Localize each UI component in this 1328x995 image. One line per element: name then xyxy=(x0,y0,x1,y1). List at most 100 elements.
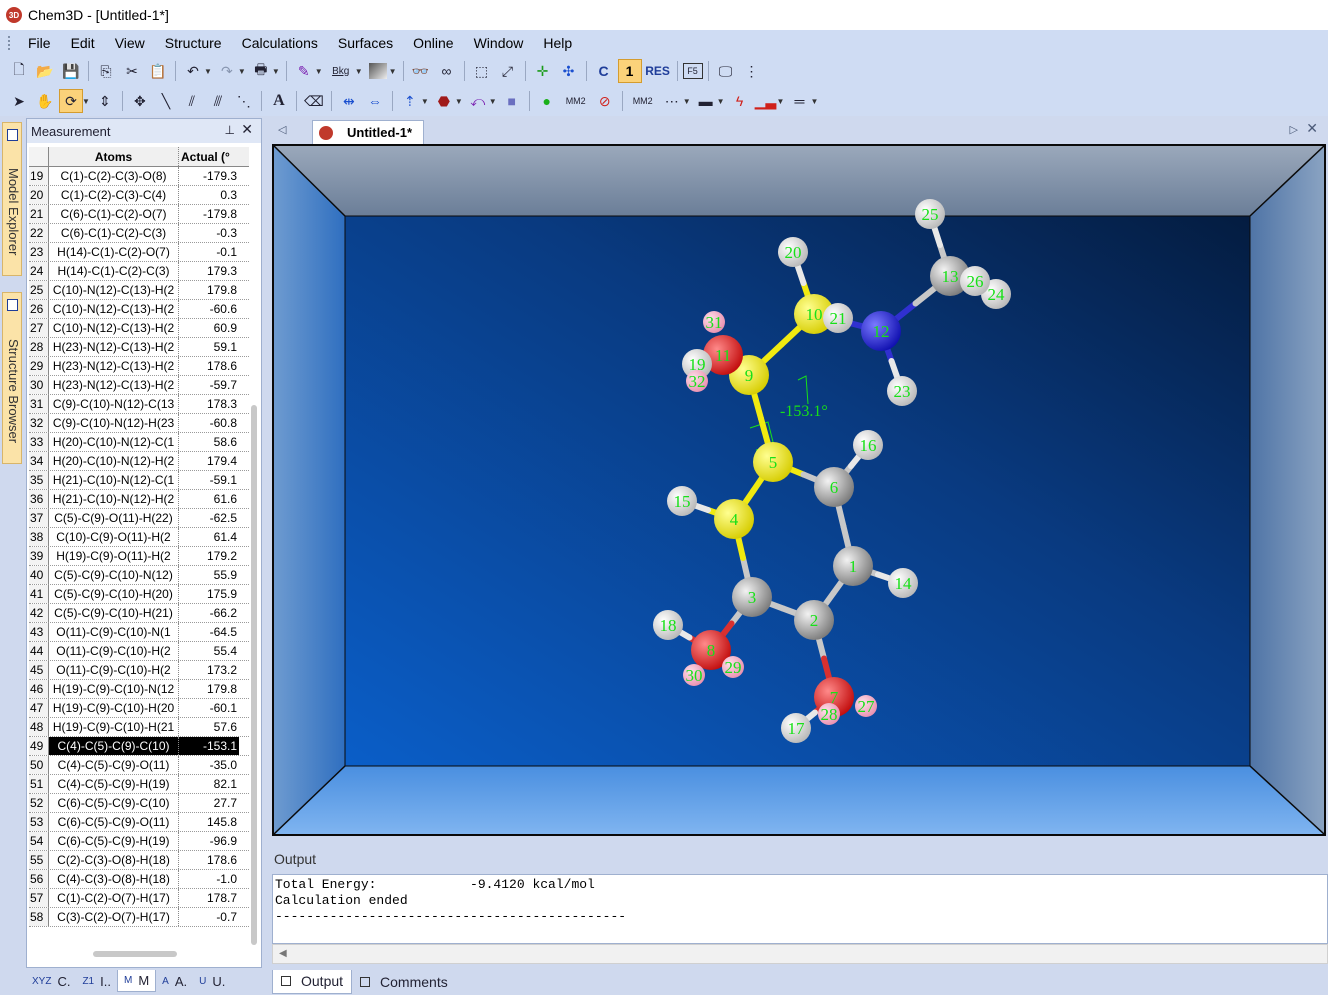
table-row[interactable]: 22 C(6)-C(1)-C(2)-C(3) -0.3 xyxy=(29,224,249,243)
row-actual-value[interactable]: 0.3 xyxy=(179,186,239,204)
new-file-icon[interactable]: 🗋 xyxy=(7,59,31,83)
menu-surfaces[interactable]: Surfaces xyxy=(328,35,403,51)
row-actual-value[interactable]: 175.9 xyxy=(179,585,239,603)
row-atoms[interactable]: C(6)-C(5)-C(9)-O(11) xyxy=(49,813,179,831)
row-atoms[interactable]: O(11)-C(9)-C(10)-H(2 xyxy=(49,642,179,660)
atom-carbon[interactable]: 6 xyxy=(814,467,854,507)
row-atoms[interactable]: C(9)-C(10)-N(12)-H(23 xyxy=(49,414,179,432)
table-row[interactable]: 39 H(19)-C(9)-O(11)-H(2 179.2 xyxy=(29,547,249,566)
tab-comments[interactable]: Comments xyxy=(352,970,456,994)
table-row[interactable]: 35 H(21)-C(10)-N(12)-C(1 -59.1 xyxy=(29,471,249,490)
row-actual-value[interactable]: -64.5 xyxy=(179,623,239,641)
move-vector-icon[interactable]: ✣ xyxy=(557,59,581,83)
tab-scroll-right-icon[interactable]: ▷ xyxy=(1290,123,1298,136)
row-actual-value[interactable]: 59.1 xyxy=(179,338,239,356)
table-row[interactable]: 44 O(11)-C(9)-C(10)-H(2 55.4 xyxy=(29,642,249,661)
properties-dropdown-icon[interactable]: ▼ xyxy=(717,97,725,106)
table-row[interactable]: 42 C(5)-C(9)-C(10)-H(21) -66.2 xyxy=(29,604,249,623)
green-dot-icon[interactable]: ● xyxy=(535,89,559,113)
row-actual-value[interactable]: 179.8 xyxy=(179,680,239,698)
table-row[interactable]: 47 H(19)-C(9)-C(10)-H(20 -60.1 xyxy=(29,699,249,718)
layers-icon[interactable]: ⋮ xyxy=(740,59,764,83)
row-atoms[interactable]: C(10)-C(9)-O(11)-H(2 xyxy=(49,528,179,546)
glasses-icon[interactable]: 👓 xyxy=(409,59,433,83)
tab-untitled-1[interactable]: Untitled-1* xyxy=(312,120,424,144)
copy-icon[interactable]: ⎘ xyxy=(94,59,118,83)
row-atoms[interactable]: H(14)-C(1)-C(2)-O(7) xyxy=(49,243,179,261)
table-row[interactable]: 46 H(19)-C(9)-C(10)-N(12 179.8 xyxy=(29,680,249,699)
stereo-icon[interactable]: ∞ xyxy=(435,59,459,83)
box-icon[interactable]: ⬚ xyxy=(470,59,494,83)
single-bond-icon[interactable]: ╲ xyxy=(154,89,178,113)
left-panel-tab[interactable]: MM xyxy=(116,970,157,992)
table-row[interactable]: 21 C(6)-C(1)-C(2)-O(7) -179.8 xyxy=(29,205,249,224)
print-dropdown-icon[interactable]: ▼ xyxy=(272,67,280,76)
menu-structure[interactable]: Structure xyxy=(155,35,232,51)
table-row[interactable]: 53 C(6)-C(5)-C(9)-O(11) 145.8 xyxy=(29,813,249,832)
vertical-scrollbar[interactable] xyxy=(251,405,257,945)
f5-button[interactable]: F5 xyxy=(682,63,703,79)
table-row[interactable]: 51 C(4)-C(5)-C(9)-H(19) 82.1 xyxy=(29,775,249,794)
row-actual-value[interactable]: 61.4 xyxy=(179,528,239,546)
ruler-dropdown-icon[interactable]: ▼ xyxy=(810,97,818,106)
dashed-bond-icon[interactable]: ⋱ xyxy=(232,89,256,113)
row-actual-value[interactable]: -60.6 xyxy=(179,300,239,318)
table-row[interactable]: 25 C(10)-N(12)-C(13)-H(2 179.8 xyxy=(29,281,249,300)
table-row[interactable]: 23 H(14)-C(1)-C(2)-O(7) -0.1 xyxy=(29,243,249,262)
pin-icon[interactable]: ⊥ xyxy=(225,123,235,137)
open-folder-icon[interactable]: 📂 xyxy=(33,59,57,83)
row-actual-value[interactable]: -0.1 xyxy=(179,243,239,261)
molecule-dropdown-icon[interactable]: ▼ xyxy=(455,97,463,106)
row-atoms[interactable]: H(20)-C(10)-N(12)-C(1 xyxy=(49,433,179,451)
row-atoms[interactable]: C(2)-C(3)-O(8)-H(18) xyxy=(49,851,179,869)
graph-dropdown-icon[interactable]: ▼ xyxy=(777,97,785,106)
menu-help[interactable]: Help xyxy=(533,35,582,51)
row-atoms[interactable]: H(20)-C(10)-N(12)-H(2 xyxy=(49,452,179,470)
row-atoms[interactable]: C(4)-C(3)-O(8)-H(18) xyxy=(49,870,179,888)
translate-icon[interactable]: ⇕ xyxy=(93,89,117,113)
table-row[interactable]: 28 H(23)-N(12)-C(13)-H(2 59.1 xyxy=(29,338,249,357)
row-atoms[interactable]: O(11)-C(9)-C(10)-N(1 xyxy=(49,623,179,641)
close-icon[interactable]: ✕ xyxy=(241,121,253,138)
row-atoms[interactable]: C(5)-C(9)-C(10)-H(21) xyxy=(49,604,179,622)
row-actual-value[interactable]: 55.4 xyxy=(179,642,239,660)
row-atoms[interactable]: C(6)-C(5)-C(9)-H(19) xyxy=(49,832,179,850)
table-row[interactable]: 41 C(5)-C(9)-C(10)-H(20) 175.9 xyxy=(29,585,249,604)
hand-icon[interactable]: ✋ xyxy=(33,89,57,113)
molecule-icon[interactable]: ⬣ xyxy=(432,89,456,113)
save-icon[interactable]: 💾 xyxy=(59,59,83,83)
atom-hydrogen[interactable]: 15 xyxy=(667,486,697,516)
mm2-run-button[interactable]: MM2 xyxy=(628,89,658,113)
atom-hydrogen[interactable]: 14 xyxy=(888,568,918,598)
table-row[interactable]: 40 C(5)-C(9)-C(10)-N(12) 55.9 xyxy=(29,566,249,585)
stop-icon[interactable]: ■ xyxy=(500,89,524,113)
eraser-icon[interactable]: ⌫ xyxy=(302,89,326,113)
row-actual-value[interactable]: -62.5 xyxy=(179,509,239,527)
element-c-button[interactable]: C xyxy=(592,59,616,83)
row-atoms[interactable]: C(6)-C(1)-C(2)-C(3) xyxy=(49,224,179,242)
rotate-icon[interactable]: ⟳ xyxy=(59,89,83,113)
atom-hydrogen[interactable]: 26 xyxy=(960,266,990,296)
row-atoms[interactable]: C(4)-C(5)-C(9)-C(10) xyxy=(49,737,179,755)
row-actual-value[interactable]: 179.3 xyxy=(179,262,239,280)
add-hydrogen-dropdown-icon[interactable]: ▼ xyxy=(421,97,429,106)
atom-hydrogen[interactable]: 25 xyxy=(915,199,945,229)
table-row[interactable]: 50 C(4)-C(5)-C(9)-O(11) -35.0 xyxy=(29,756,249,775)
gradient-icon[interactable] xyxy=(366,59,390,83)
atom-nitrogen[interactable]: 12 xyxy=(861,311,901,351)
tab-scroll-left-icon[interactable]: ◁ xyxy=(278,123,286,136)
color-picker-icon[interactable]: ✎ xyxy=(292,59,316,83)
column-atoms[interactable]: Atoms xyxy=(49,147,179,166)
table-row[interactable]: 30 H(23)-N(12)-C(13)-H(2 -59.7 xyxy=(29,376,249,395)
row-atoms[interactable]: C(1)-C(2)-C(3)-C(4) xyxy=(49,186,179,204)
atom-lone-pair[interactable]: 29 xyxy=(722,656,744,678)
row-atoms[interactable]: C(3)-C(2)-O(7)-H(17) xyxy=(49,908,179,926)
paste-icon[interactable]: 📋 xyxy=(146,59,170,83)
atom-hydrogen[interactable]: 17 xyxy=(781,713,811,743)
lightning-icon[interactable]: ϟ xyxy=(728,89,752,113)
atom-hydrogen[interactable]: 21 xyxy=(823,303,853,333)
background-color-button[interactable]: Bkg xyxy=(326,59,356,83)
double-bond-icon[interactable]: ⫽ xyxy=(180,89,204,113)
table-row[interactable]: 37 C(5)-C(9)-O(11)-H(22) -62.5 xyxy=(29,509,249,528)
row-atoms[interactable]: C(10)-N(12)-C(13)-H(2 xyxy=(49,281,179,299)
